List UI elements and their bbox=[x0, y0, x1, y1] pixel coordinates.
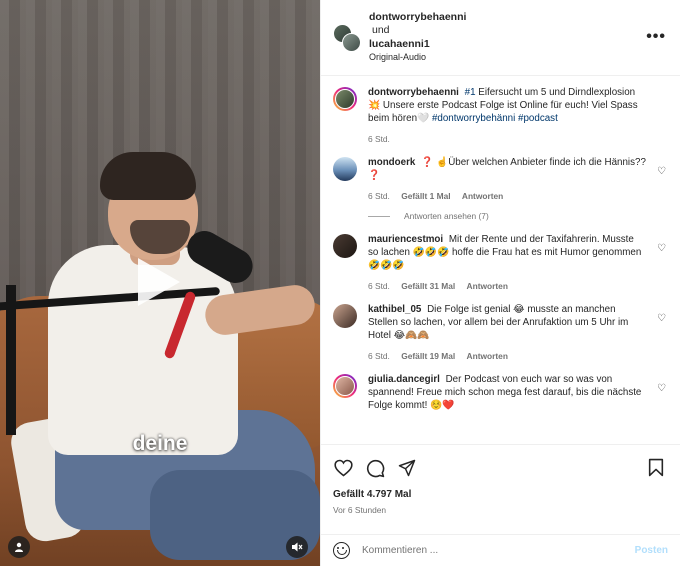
reply-button[interactable]: Antworten bbox=[462, 191, 503, 201]
comment-likes[interactable]: Gefällt 19 Mal bbox=[401, 351, 455, 361]
comment-input[interactable] bbox=[362, 545, 635, 556]
post-modal: deine dontworrybehaenni und lucahaenni1 … bbox=[0, 0, 680, 566]
post-authors: dontworrybehaenni und lucahaenni1 Origin… bbox=[369, 11, 466, 65]
reply-button[interactable]: Antworten bbox=[467, 351, 508, 361]
replies-divider bbox=[368, 215, 390, 217]
caption-username[interactable]: dontworrybehaenni bbox=[368, 87, 459, 98]
comment-composer: Posten bbox=[321, 534, 680, 566]
comment-username[interactable]: kathibel_05 bbox=[368, 304, 421, 315]
authors-joiner: und bbox=[372, 24, 390, 36]
comment-item: mondoerk ❓ ☝️Über welchen Anbieter finde… bbox=[333, 156, 668, 203]
comment-like-heart-icon[interactable]: ♡ bbox=[657, 383, 666, 394]
comment-username[interactable]: giulia.dancegirl bbox=[368, 374, 440, 385]
avatar[interactable] bbox=[333, 157, 357, 181]
comment-time: 6 Std. bbox=[368, 281, 390, 291]
comment-like-heart-icon[interactable]: ♡ bbox=[657, 313, 666, 324]
post-caption: dontworrybehaenni #1 Eifersucht um 5 und… bbox=[333, 86, 668, 146]
hashtag-link[interactable]: #podcast bbox=[518, 113, 558, 124]
avatar[interactable] bbox=[333, 374, 357, 398]
comment-item: kathibel_05 Die Folge ist genial 😂 musst… bbox=[333, 303, 668, 363]
comment-time: 6 Std. bbox=[368, 191, 390, 201]
post-header: dontworrybehaenni und lucahaenni1 Origin… bbox=[321, 0, 680, 76]
video-person-hair bbox=[100, 152, 196, 200]
play-icon[interactable] bbox=[138, 258, 180, 306]
speaker-muted-icon[interactable] bbox=[286, 536, 308, 558]
comment-username[interactable]: mondoerk bbox=[368, 157, 415, 168]
author-username-2[interactable]: lucahaenni1 bbox=[369, 38, 430, 50]
hashtag-link[interactable]: #1 bbox=[465, 87, 476, 98]
reel-video-player[interactable]: deine bbox=[0, 0, 320, 566]
view-replies-button[interactable]: Antworten ansehen (7) bbox=[368, 211, 668, 221]
user-tag-icon[interactable] bbox=[8, 536, 30, 558]
original-audio-link[interactable]: Original-Audio bbox=[369, 51, 466, 65]
comment-item: giulia.dancegirl Der Podcast von euch wa… bbox=[333, 373, 668, 412]
comment-like-heart-icon[interactable]: ♡ bbox=[657, 243, 666, 254]
view-replies-label: Antworten ansehen (7) bbox=[404, 211, 489, 221]
share-icon[interactable] bbox=[397, 458, 417, 478]
avatar[interactable] bbox=[333, 234, 357, 258]
likes-count[interactable]: Gefällt 4.797 Mal bbox=[333, 489, 668, 500]
reply-button[interactable]: Antworten bbox=[467, 281, 508, 291]
comments-list[interactable]: dontworrybehaenni #1 Eifersucht um 5 und… bbox=[321, 76, 680, 444]
video-caption: deine bbox=[132, 432, 188, 455]
avatar[interactable] bbox=[333, 304, 357, 328]
caption-time: 6 Std. bbox=[368, 134, 390, 144]
collab-avatars[interactable] bbox=[333, 23, 361, 52]
comment-likes[interactable]: Gefällt 1 Mal bbox=[401, 191, 450, 201]
post-sidebar: dontworrybehaenni und lucahaenni1 Origin… bbox=[320, 0, 680, 566]
emoji-icon[interactable] bbox=[333, 542, 350, 559]
comment-username[interactable]: mauriencestmoi bbox=[368, 234, 443, 245]
avatar[interactable] bbox=[333, 87, 357, 111]
more-options-icon[interactable]: ••• bbox=[646, 28, 666, 46]
author-username-1[interactable]: dontworrybehaenni bbox=[369, 11, 466, 23]
post-actions: Gefällt 4.797 Mal Vor 6 Stunden bbox=[321, 444, 680, 534]
avatar bbox=[342, 32, 361, 52]
post-comment-button[interactable]: Posten bbox=[635, 545, 668, 556]
post-timestamp: Vor 6 Stunden bbox=[333, 505, 387, 515]
comment-item: mauriencestmoi Mit der Rente und der Tax… bbox=[333, 233, 668, 293]
heart-icon[interactable] bbox=[333, 458, 353, 478]
hashtag-link[interactable]: #dontworrybehänni bbox=[432, 113, 515, 124]
comment-icon[interactable] bbox=[365, 458, 385, 478]
comment-likes[interactable]: Gefällt 31 Mal bbox=[401, 281, 455, 291]
bookmark-icon[interactable] bbox=[648, 458, 668, 478]
comment-time: 6 Std. bbox=[368, 351, 390, 361]
comment-like-heart-icon[interactable]: ♡ bbox=[657, 166, 666, 177]
